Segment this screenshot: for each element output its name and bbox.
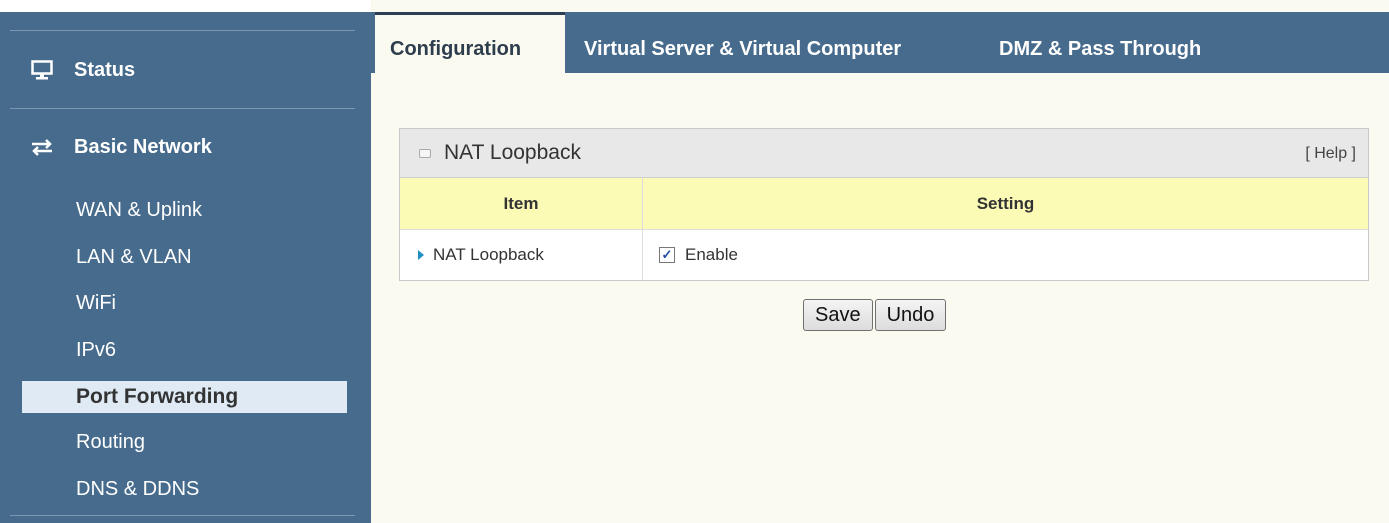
sidebar-item-lan-vlan[interactable]: LAN & VLAN <box>76 244 192 270</box>
sidebar-item-routing[interactable]: Routing <box>76 429 145 455</box>
panel-header: NAT Loopback [ Help ] <box>400 129 1368 178</box>
sidebar-item-wifi[interactable]: WiFi <box>76 290 116 316</box>
sidebar-item-wan-uplink[interactable]: WAN & Uplink <box>76 197 202 223</box>
table-row: NAT Loopback ✓ Enable <box>400 230 1368 280</box>
sidebar-item-status[interactable]: Status <box>30 55 135 85</box>
button-group: Save Undo <box>803 299 947 331</box>
row-setting-cell: ✓ Enable <box>643 230 1368 280</box>
tab-virtual-server[interactable]: Virtual Server & Virtual Computer <box>584 12 901 73</box>
collapse-box-icon[interactable] <box>419 149 431 158</box>
enable-label: Enable <box>685 245 738 264</box>
help-link[interactable]: [ Help ] <box>1305 145 1356 163</box>
save-button[interactable]: Save <box>803 299 873 331</box>
row-item-label: NAT Loopback <box>433 245 544 264</box>
sidebar-item-label: Port Forwarding <box>76 385 239 408</box>
tab-configuration[interactable]: Configuration <box>375 12 565 73</box>
undo-button[interactable]: Undo <box>874 299 947 331</box>
column-header-setting: Setting <box>976 193 1035 213</box>
nat-loopback-panel: NAT Loopback [ Help ] Item Setting NAT L… <box>399 128 1369 281</box>
triangle-right-icon <box>418 250 424 260</box>
tab-bar: Configuration Virtual Server & Virtual C… <box>371 12 1389 73</box>
tab-dmz-pass-through[interactable]: DMZ & Pass Through <box>999 12 1201 73</box>
panel-title: NAT Loopback <box>444 141 581 164</box>
sidebar-item-dns-ddns[interactable]: DNS & DDNS <box>76 476 199 502</box>
row-item-cell: NAT Loopback <box>400 230 643 280</box>
sidebar-status-label: Status <box>74 58 136 81</box>
sidebar-item-port-forwarding[interactable]: Port Forwarding <box>22 381 347 413</box>
swap-arrows-icon <box>30 135 54 159</box>
column-header-item: Item <box>400 178 643 229</box>
enable-checkbox[interactable]: ✓ <box>659 247 675 263</box>
table-header: Item Setting <box>400 178 1368 230</box>
sidebar-item-ipv6[interactable]: IPv6 <box>76 337 116 363</box>
sidebar-divider <box>10 30 355 31</box>
main-content: Configuration Virtual Server & Virtual C… <box>371 0 1389 523</box>
sidebar-divider <box>10 515 355 516</box>
sidebar-divider <box>10 108 355 109</box>
sidebar-basic-network-label: Basic Network <box>74 135 212 158</box>
sidebar: Status Basic Network WAN & Uplink LAN & … <box>0 0 371 523</box>
monitor-icon <box>30 58 54 82</box>
sidebar-item-basic-network[interactable]: Basic Network <box>30 132 212 162</box>
